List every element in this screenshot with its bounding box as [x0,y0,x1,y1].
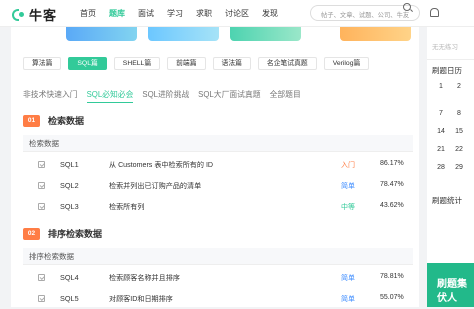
question-title[interactable]: 对顾客ID和日期排序 [109,294,173,304]
pass-rate: 55.07% [380,294,404,301]
section-title: 排序检索数据 [48,229,103,239]
checkbox-icon [38,295,45,302]
calendar-week: 28 29 [437,164,463,171]
calendar-day[interactable]: 7 [437,110,445,117]
difficulty-label: 入门 [341,162,355,169]
category-syntax[interactable]: 语法篇 [212,57,251,70]
category-company-exams[interactable]: 名企笔试真题 [257,57,317,70]
practice-card: 无无练习 [427,27,474,60]
niuke-logo-icon [12,7,26,23]
promo-line2: 伏人 [437,293,457,304]
banner-card[interactable] [230,27,301,41]
right-sidebar: 无无练习 刷题日历 1 2 7 8 14 15 21 22 28 29 刷题统计… [427,27,474,307]
category-shell[interactable]: SHELL篇 [113,57,161,70]
question-row[interactable]: SQL4 检索顾客名称并且排序 简单 78.81% [23,267,413,288]
section-subheader: 排序检索数据 [23,248,413,265]
question-id: SQL5 [60,294,79,303]
pass-rate: 43.62% [380,202,404,209]
question-title[interactable]: 检索所有列 [109,202,144,212]
question-title[interactable]: 检索并列出已订购产品的清单 [109,181,201,191]
banner-card[interactable] [66,27,137,41]
nav-interview[interactable]: 面试 [138,8,154,19]
section-number: 01 [23,114,40,127]
category-verilog[interactable]: Verilog篇 [323,57,370,70]
section-title: 检索数据 [48,116,85,126]
question-row[interactable]: SQL3 检索所有列 中等 43.62% [23,196,413,217]
logo-text: 牛客 [29,8,58,23]
section-header: 01 检索数据 [23,114,84,127]
promo-banner[interactable]: 刷题集 伏人 [427,263,474,307]
calendar-week: 21 22 [437,146,463,153]
stats-title: 刷题统计 [432,196,462,205]
pass-rate: 78.81% [380,273,404,280]
search-icon[interactable] [403,3,411,11]
nav-home[interactable]: 首页 [80,8,96,19]
subtab-nontech-intro[interactable]: 非技术快速入门 [23,89,78,103]
calendar-day[interactable]: 28 [437,164,445,171]
subtab-sql-advanced[interactable]: SQL进阶挑战 [142,89,189,103]
calendar-day[interactable]: 22 [455,146,463,153]
notification-bell-icon[interactable] [430,8,439,17]
pass-rate: 78.47% [380,181,404,188]
calendar-day[interactable]: 29 [455,164,463,171]
banner-card[interactable] [340,27,411,41]
promo-line1: 刷题集 [437,279,467,290]
calendar-day[interactable]: 15 [455,128,463,135]
question-id: SQL1 [60,160,79,169]
checkbox-icon [38,274,45,281]
calendar-day[interactable]: 2 [455,83,463,90]
banner-carousel [11,27,419,51]
section-header: 02 排序检索数据 [23,227,102,240]
nav-discover[interactable]: 发现 [262,8,278,19]
logo[interactable]: 牛客 [12,5,57,24]
difficulty-label: 简单 [341,183,355,190]
question-id: SQL3 [60,202,79,211]
section-subheader: 检索数据 [23,135,413,152]
checkbox-icon [38,161,45,168]
section-number: 02 [23,227,40,240]
calendar-day[interactable]: 21 [437,146,445,153]
question-id: SQL2 [60,181,79,190]
checkbox-icon [38,182,45,189]
calendar-week: 1 2 [437,83,463,90]
question-row[interactable]: SQL5 对顾客ID和日期排序 简单 55.07% [23,288,413,309]
pass-rate: 86.17% [380,160,404,167]
calendar-day[interactable]: 1 [437,83,445,90]
category-frontend[interactable]: 前端篇 [167,57,206,70]
nav-learn[interactable]: 学习 [167,8,183,19]
subtab-sql-interview[interactable]: SQL大厂面试真题 [198,89,260,103]
difficulty-label: 简单 [341,296,355,303]
calendar-title: 刷题日历 [432,66,462,75]
difficulty-label: 简单 [341,275,355,282]
nav-question-bank[interactable]: 题库 [109,8,125,19]
question-title[interactable]: 从 Customers 表中检索所有的 ID [109,160,213,170]
difficulty-label: 中等 [341,204,355,211]
nav-discussion[interactable]: 讨论区 [225,8,249,19]
category-algorithm[interactable]: 算法篇 [23,57,62,70]
nav-jobs[interactable]: 求职 [196,8,212,19]
subtab-all-questions[interactable]: 全部题目 [270,89,301,103]
question-title[interactable]: 检索顾客名称并且排序 [109,273,180,283]
question-row[interactable]: SQL1 从 Customers 表中检索所有的 ID 入门 86.17% [23,154,413,175]
main-nav: 首页 题库 面试 学习 求职 讨论区 发现 [80,8,291,19]
top-navbar: 牛客 首页 题库 面试 学习 求职 讨论区 发现 帖子、文章、试题、公司、牛友 [0,0,474,27]
banner-card[interactable] [148,27,219,41]
sub-tabs: 非技术快速入门 SQL必知必会 SQL进阶挑战 SQL大厂面试真题 全部题目 [23,89,310,103]
calendar-day[interactable]: 8 [455,110,463,117]
practice-placeholder: 无无练习 [432,44,458,51]
main-content: 算法篇 SQL篇 SHELL篇 前端篇 语法篇 名企笔试真题 Verilog篇 … [11,27,419,307]
checkbox-icon [38,203,45,210]
question-row[interactable]: SQL2 检索并列出已订购产品的清单 简单 78.47% [23,175,413,196]
calendar-week: 7 8 [437,110,463,117]
category-tabs: 算法篇 SQL篇 SHELL篇 前端篇 语法篇 名企笔试真题 Verilog篇 [23,57,370,70]
calendar-week: 14 15 [437,128,463,135]
calendar-day[interactable]: 14 [437,128,445,135]
subtab-sql-must-know[interactable]: SQL必知必会 [86,89,134,103]
category-sql[interactable]: SQL篇 [68,57,107,70]
question-id: SQL4 [60,273,79,282]
